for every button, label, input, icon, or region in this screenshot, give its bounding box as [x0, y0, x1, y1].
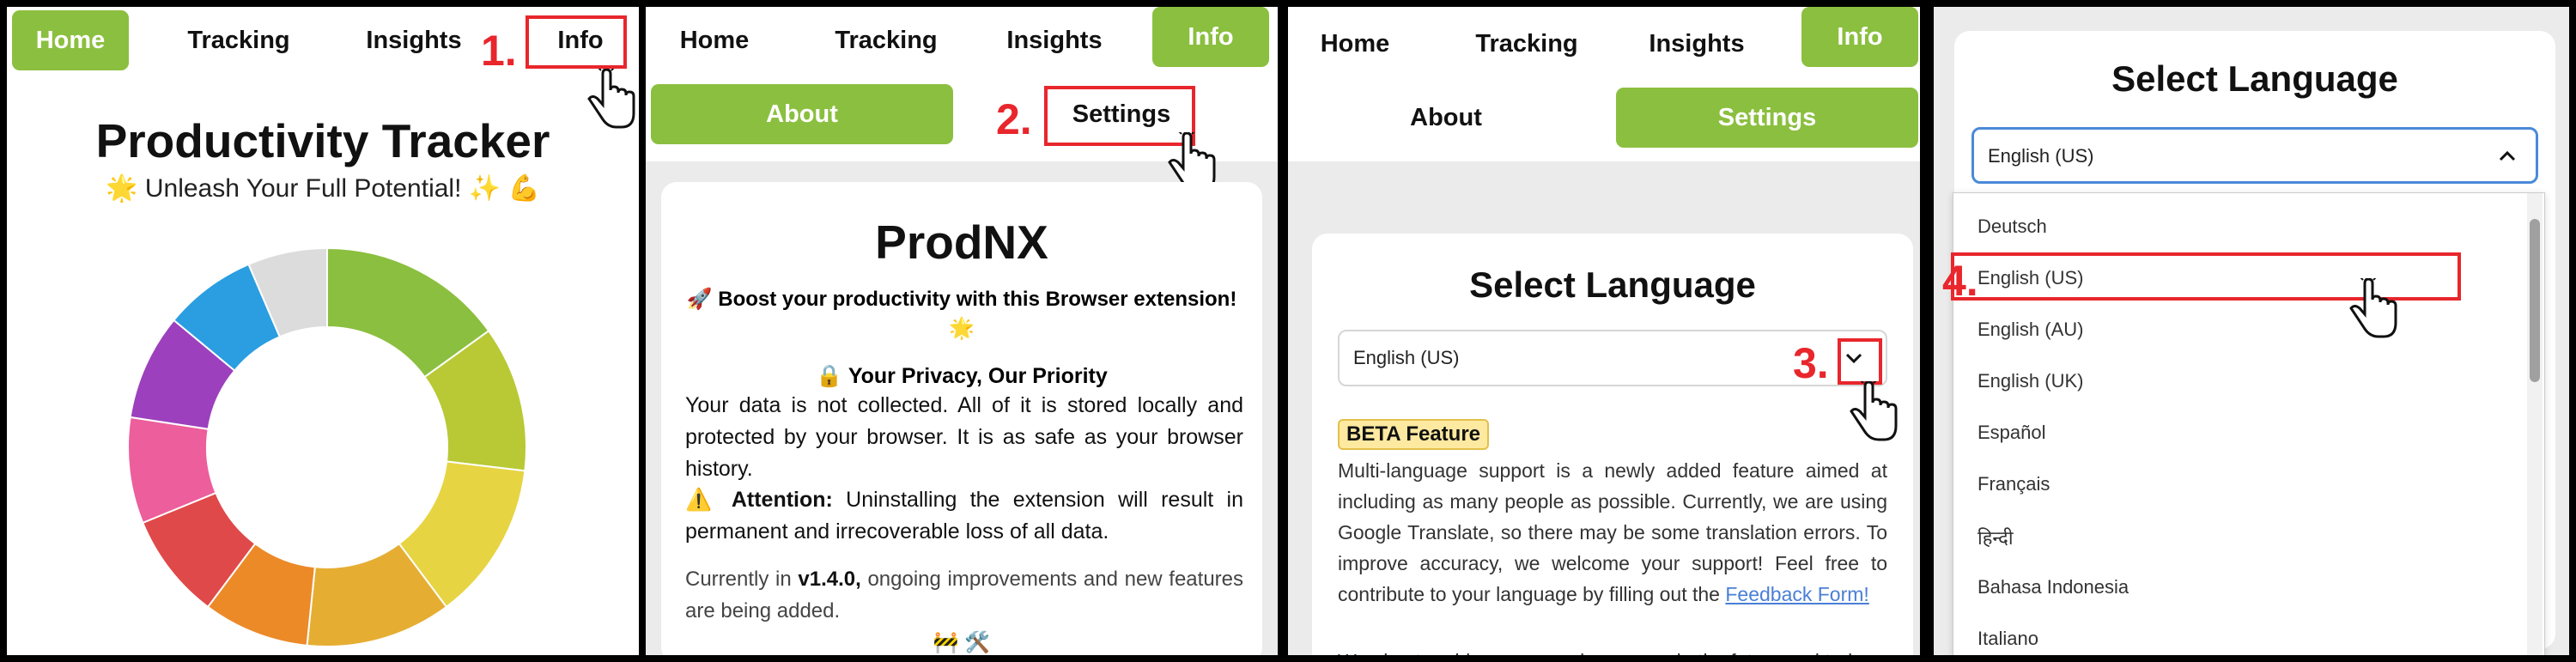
language-option[interactable]: हिन्दी: [1978, 525, 2014, 550]
nav-info-tab[interactable]: Info: [1152, 7, 1269, 67]
step-4-label: 4.: [1942, 257, 1978, 305]
feedback-form-link[interactable]: Feedback Form!: [1725, 583, 1868, 605]
attention-paragraph: ⚠️ Attention: Uninstalling the extension…: [685, 484, 1243, 548]
language-select-value: English (US): [1353, 347, 1460, 368]
nav-info-tab[interactable]: Info: [1801, 7, 1918, 67]
privacy-heading: 🔒 Your Privacy, Our Priority: [816, 364, 1108, 388]
nav-tracking-tab[interactable]: Tracking: [809, 10, 963, 70]
panel-info-settings: Home Tracking Insights Info About Settin…: [1288, 7, 1920, 655]
chevron-up-icon[interactable]: [2498, 149, 2517, 164]
top-nav: Home Tracking Insights Info About Settin…: [1288, 7, 1920, 161]
highlight-dropdown-chevron: [1838, 338, 1882, 385]
language-option[interactable]: Italiano: [1978, 628, 2038, 650]
settings-card: Select Language English (US) BETA Featur…: [1312, 234, 1913, 655]
plan-text: We plan to add many more languages in th…: [1338, 646, 1887, 655]
nav-insights-tab[interactable]: Insights: [1619, 14, 1774, 74]
version-paragraph: Currently in v1.4.0, ongoing improvement…: [685, 563, 1243, 627]
pointer-hand-icon: [1850, 381, 1898, 441]
panel-info-about: Home Tracking Insights Info About Settin…: [646, 7, 1278, 655]
step-1-label: 1.: [481, 27, 517, 75]
dropdown-scrollbar[interactable]: [2527, 193, 2543, 655]
panel-home: Home Tracking Insights Info 1. Productiv…: [7, 7, 639, 655]
nav-insights-tab[interactable]: Insights: [977, 10, 1132, 70]
about-app-name: ProdNX: [875, 216, 1048, 269]
language-option[interactable]: Deutsch: [1978, 216, 2047, 238]
nav-home-tab[interactable]: Home: [654, 10, 775, 70]
attention-label: ⚠️ Attention:: [685, 488, 833, 512]
step-3-label: 3.: [1793, 339, 1829, 387]
language-option[interactable]: English (AU): [1978, 319, 2083, 341]
about-card: ProdNX 🚀 Boost your productivity with th…: [661, 182, 1262, 655]
subtab-about[interactable]: About: [1295, 88, 1597, 148]
nav-insights-tab[interactable]: Insights: [337, 10, 491, 70]
step-2-label: 2.: [996, 95, 1032, 143]
nav-home-tab[interactable]: Home: [12, 10, 129, 70]
language-option[interactable]: Bahasa Indonesia: [1978, 576, 2129, 598]
app-subtitle: 🌟 Unleash Your Full Potential! ✨ 💪: [106, 174, 540, 203]
language-select-value: English (US): [1988, 145, 2094, 167]
app-title: Productivity Tracker: [95, 114, 550, 167]
privacy-text: Your data is not collected. All of it is…: [685, 393, 1243, 481]
language-option[interactable]: English (UK): [1978, 370, 2083, 392]
subtab-settings[interactable]: Settings: [1616, 88, 1918, 148]
select-language-title: Select Language: [2111, 58, 2398, 99]
footer-construction-icons: 🚧 🛠️: [933, 631, 991, 654]
about-tagline: 🚀 Boost your productivity with this Brow…: [686, 288, 1237, 340]
beta-badge: BETA Feature: [1338, 419, 1490, 450]
nav-tracking-tab[interactable]: Tracking: [1449, 14, 1604, 74]
select-language-title: Select Language: [1469, 264, 1756, 305]
pointer-hand-icon: [2349, 278, 2397, 338]
productivity-donut-chart: [127, 246, 527, 647]
scrollbar-thumb[interactable]: [2530, 219, 2540, 382]
panel-language-dropdown: Select Language English (US) Deutsch Eng…: [1934, 7, 2569, 655]
language-select[interactable]: English (US): [1971, 127, 2538, 184]
nav-home-tab[interactable]: Home: [1295, 14, 1415, 74]
nav-tracking-tab[interactable]: Tracking: [161, 10, 316, 70]
version-number: v1.4.0,: [798, 568, 861, 591]
language-option[interactable]: Español: [1978, 422, 2046, 444]
subtab-about[interactable]: About: [651, 84, 953, 144]
beta-description: Multi-language support is a newly added …: [1338, 455, 1887, 610]
highlight-info-tab: [526, 15, 627, 69]
language-option[interactable]: Français: [1978, 473, 2050, 495]
version-prefix: Currently in: [685, 568, 799, 591]
